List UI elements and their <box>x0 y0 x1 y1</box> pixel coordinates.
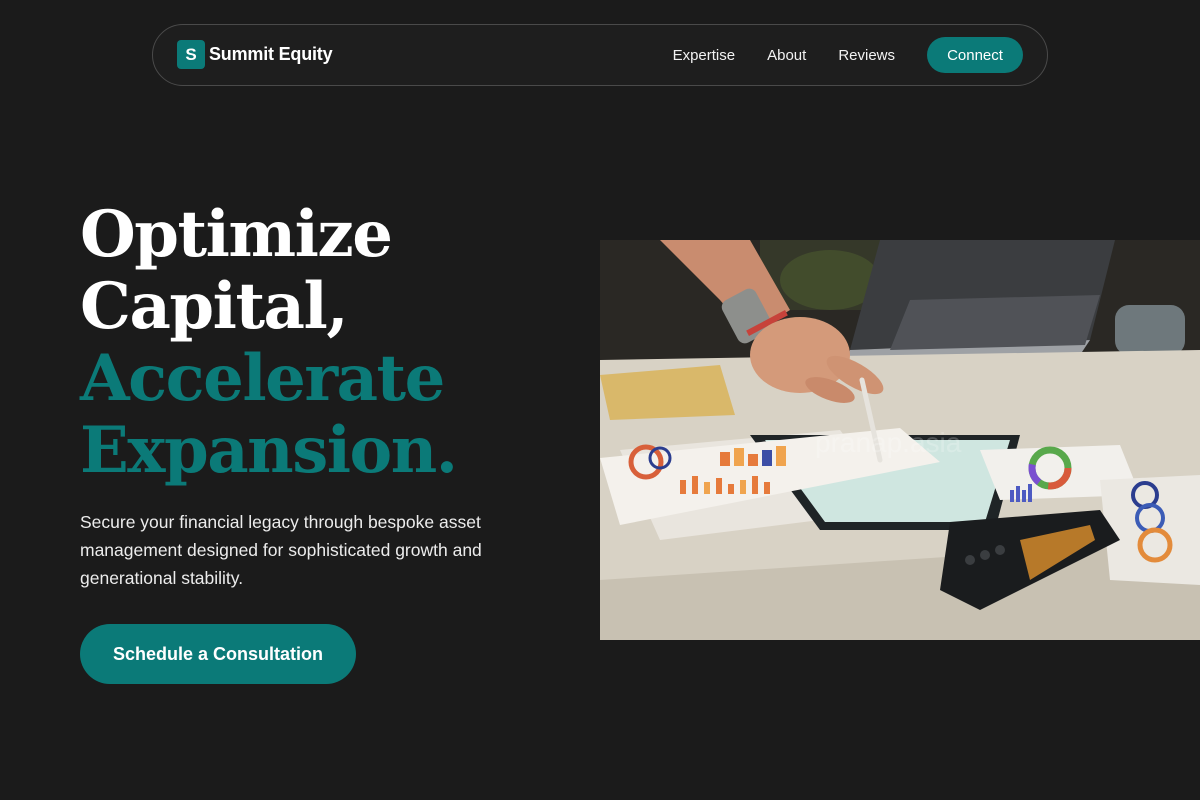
brand-logo[interactable]: S Summit Equity <box>177 40 333 69</box>
headline-line-3: Accelerate <box>80 341 445 416</box>
brand-name: Summit Equity <box>209 44 333 64</box>
brand-mark-icon: S <box>177 40 205 69</box>
hero-subtext: Secure your financial legacy through bes… <box>80 512 482 588</box>
schedule-consultation-button[interactable]: Schedule a Consultation <box>80 624 356 684</box>
nav-link-expertise[interactable]: Expertise <box>673 47 736 64</box>
watermark-text: pranap.asia <box>815 427 962 458</box>
top-navigation: S Summit Equity Expertise About Reviews … <box>152 24 1048 86</box>
headline-line-4: Expansion. <box>80 413 458 488</box>
financial-charts-photo-icon: pranap.asia <box>600 240 1200 640</box>
connect-button[interactable]: Connect <box>927 37 1023 73</box>
headline-line-2: Capital, <box>80 269 349 344</box>
hero-headline: Optimize Capital, Accelerate Expansion. <box>80 199 600 487</box>
nav-link-reviews[interactable]: Reviews <box>838 47 895 64</box>
headline-line-1: Optimize <box>80 197 393 272</box>
nav-links: Expertise About Reviews Connect <box>673 37 1023 73</box>
landing-page: S Summit Equity Expertise About Reviews … <box>0 0 1200 800</box>
nav-link-about[interactable]: About <box>767 47 806 64</box>
